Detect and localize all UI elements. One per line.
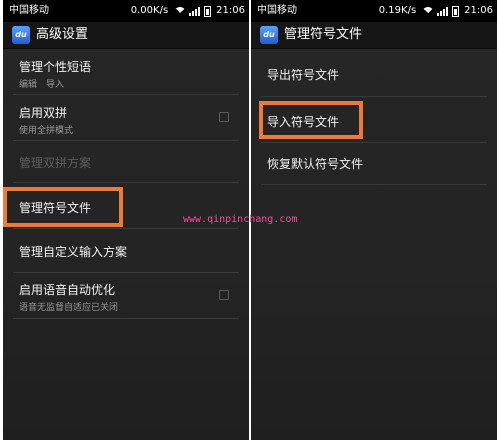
menu-item-restore-default-symbols[interactable]: 恢复默认符号文件 [251, 143, 497, 185]
menu-item-subtitle: 使用全拼模式 [19, 126, 74, 136]
shuangpin-checkbox[interactable] [219, 112, 229, 122]
action-bar: du 高级设置 [3, 22, 249, 49]
wifi-icon [174, 6, 187, 19]
menu-item-shuangpin-schemes: 管理双拼方案 [3, 141, 249, 183]
status-bar: 中国移动 0.19K/s 21:06 [251, 0, 497, 22]
menu-item-label: 管理自定义输入方案 [19, 245, 128, 259]
menu-item-custom-input[interactable]: 管理自定义输入方案 [3, 229, 249, 273]
menu-item-label: 管理个性短语 [19, 60, 92, 74]
status-right-group: 0.19K/s 21:06 [379, 0, 493, 22]
highlight-box-import-symbols [259, 101, 363, 139]
menu-item-label: 启用双拼 [19, 106, 68, 120]
menu-item-subtitle: 语音无监督自适应已关闭 [19, 303, 119, 313]
action-bar: du 管理符号文件 [251, 22, 497, 49]
page-title: 管理符号文件 [284, 27, 363, 42]
carrier-label: 中国移动 [257, 5, 297, 16]
network-speed: 0.19K/s [378, 5, 417, 16]
menu-item-personal-phrases[interactable]: 管理个性短语 编辑 导入 [3, 49, 249, 95]
wifi-icon [422, 6, 435, 19]
app-logo-icon[interactable]: du [260, 26, 278, 44]
divider [261, 184, 487, 185]
menu-item-label: 导出符号文件 [267, 68, 340, 82]
status-right-group: 0.00K/s 21:06 [131, 0, 245, 22]
status-time: 21:06 [216, 5, 245, 16]
app-logo-icon[interactable]: du [12, 26, 30, 44]
carrier-label: 中国移动 [9, 5, 49, 16]
page-title: 高级设置 [36, 27, 89, 42]
status-bar: 中国移动 0.00K/s 21:06 [3, 0, 249, 22]
status-time: 21:06 [464, 5, 493, 16]
menu-item-subtitle: 编辑 导入 [19, 80, 65, 90]
menu-item-enable-shuangpin[interactable]: 启用双拼 使用全拼模式 [3, 95, 249, 141]
signal-icon [437, 6, 449, 16]
menu-item-label: 启用语音自动优化 [19, 283, 116, 297]
battery-icon [452, 5, 460, 17]
menu-item-label: 恢复默认符号文件 [267, 157, 364, 171]
voice-optimization-checkbox[interactable] [219, 290, 229, 300]
highlight-box-symbol-files [3, 187, 123, 227]
battery-icon [204, 5, 212, 17]
signal-icon [189, 6, 201, 16]
menu-item-export-symbols[interactable]: 导出符号文件 [251, 49, 497, 97]
divider [13, 318, 239, 319]
screenshot-canvas: 中国移动 0.00K/s 21:06 du 高级设置 管理个性短语 编辑 导入 … [0, 0, 500, 442]
menu-item-voice-optimization[interactable]: 启用语音自动优化 语音无监督自适应已关闭 [3, 273, 249, 319]
watermark-text: www.qinpinchang.com [183, 214, 298, 225]
network-speed: 0.00K/s [130, 5, 169, 16]
menu-item-label: 管理双拼方案 [19, 156, 92, 170]
